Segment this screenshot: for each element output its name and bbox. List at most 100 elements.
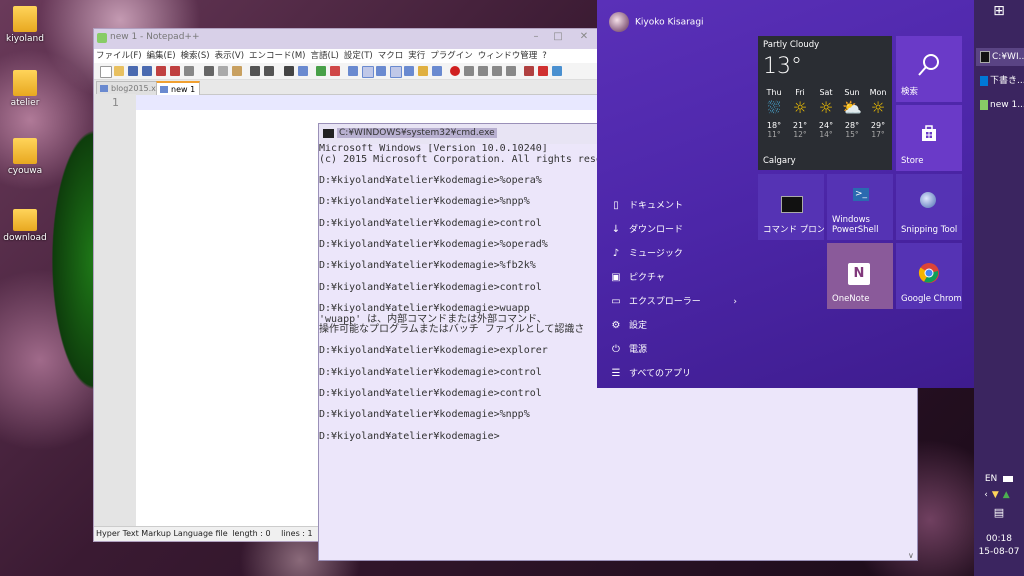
clock-date[interactable]: 15-08-07 xyxy=(974,547,1024,557)
user-account[interactable]: Kiyoko Kisaragi xyxy=(609,12,704,32)
menu-view[interactable]: 表示(V) xyxy=(215,49,244,63)
maximize-button[interactable]: □ xyxy=(550,31,566,45)
menu-language[interactable]: 言語(L) xyxy=(311,49,339,63)
function-list-icon[interactable] xyxy=(418,66,428,76)
onenote-tile[interactable]: N OneNote xyxy=(827,243,893,309)
save-macro-icon[interactable] xyxy=(506,66,516,76)
tray-drive-icon[interactable]: ▲ xyxy=(1003,490,1014,500)
html-tag-icon[interactable] xyxy=(538,66,548,76)
dropdown-icon[interactable] xyxy=(552,66,562,76)
minimize-button[interactable]: – xyxy=(528,31,544,45)
store-tile[interactable]: Store xyxy=(896,105,962,171)
close-all-icon[interactable] xyxy=(170,66,180,76)
menu-search[interactable]: 検索(S) xyxy=(181,49,210,63)
start-item-power[interactable]: ⏻ 電源 xyxy=(609,341,749,359)
line-gutter xyxy=(94,94,136,527)
status-file-type: Hyper Text Markup Language file xyxy=(96,529,228,538)
start-item-music[interactable]: ♪ ミュージック xyxy=(609,245,749,263)
menu-edit[interactable]: 編集(E) xyxy=(147,49,176,63)
status-length: length : 0 xyxy=(232,529,271,538)
scroll-down-arrow-icon[interactable]: ∨ xyxy=(908,551,914,560)
weather-day-sun: Sun ⛅ 28° 15° xyxy=(839,88,865,139)
doc-map-icon[interactable] xyxy=(404,66,414,76)
close-button[interactable]: ✕ xyxy=(576,31,592,45)
notification-icon[interactable]: ▤ xyxy=(974,506,1024,519)
start-item-downloads[interactable]: ↓ ダウンロード xyxy=(609,221,749,239)
find-icon[interactable] xyxy=(284,66,294,76)
taskbar-item-draft[interactable]: 下書き... xyxy=(976,72,1024,90)
snipping-tool-tile[interactable]: Snipping Tool xyxy=(896,174,962,240)
menu-settings[interactable]: 設定(T) xyxy=(344,49,373,63)
record-macro-icon[interactable] xyxy=(450,66,460,76)
folder-icon xyxy=(13,138,37,164)
cmd-tile[interactable]: コマンド プロンプト xyxy=(758,174,824,240)
cut-icon[interactable] xyxy=(204,66,214,76)
menu-window[interactable]: ウィンドウ管理 xyxy=(478,49,538,63)
undo-icon[interactable] xyxy=(250,66,260,76)
word-wrap-icon[interactable] xyxy=(362,66,374,78)
run-macro-multiple-icon[interactable] xyxy=(492,66,502,76)
current-line-highlight xyxy=(136,95,602,110)
desktop-icon-download[interactable]: download xyxy=(0,205,50,243)
desktop-icon-kiyoland[interactable]: kiyoland xyxy=(0,6,50,44)
play-macro-icon[interactable] xyxy=(478,66,488,76)
start-menu: Kiyoko Kisaragi ▯ ドキュメント ↓ ダウンロード ♪ ミュージック … xyxy=(597,0,974,388)
desktop-icon-cyouwa[interactable]: cyouwa xyxy=(0,138,50,176)
notepad-toolbar xyxy=(94,63,602,80)
cmd-icon xyxy=(980,50,990,63)
taskbar-item-cmd[interactable]: C:¥WI... xyxy=(976,48,1024,66)
start-item-explorer[interactable]: ▭ エクスプローラー › xyxy=(609,293,749,311)
desktop-icon-atelier[interactable]: atelier xyxy=(0,70,50,108)
cmd-title: C:¥WINDOWS¥system32¥cmd.exe xyxy=(337,128,497,138)
powershell-tile[interactable]: >_ Windows PowerShell xyxy=(827,174,893,240)
chevron-left-icon[interactable]: ‹ xyxy=(984,490,992,500)
start-button[interactable]: ⊞ xyxy=(988,4,1010,18)
onenote-icon: N xyxy=(848,263,870,285)
show-all-chars-icon[interactable] xyxy=(376,66,386,76)
chrome-tile[interactable]: Google Chrome xyxy=(896,243,962,309)
stop-macro-icon[interactable] xyxy=(464,66,474,76)
notepad-tabbar: blog2015.xml new 1 xyxy=(94,80,602,96)
sync-scroll-icon[interactable] xyxy=(348,66,358,76)
new-file-icon[interactable] xyxy=(100,66,112,78)
start-item-documents[interactable]: ▯ ドキュメント xyxy=(609,197,749,215)
folder-workspace-icon[interactable] xyxy=(432,66,442,76)
open-file-icon[interactable] xyxy=(114,66,124,76)
clock-time[interactable]: 00:18 xyxy=(974,534,1024,544)
start-item-pictures[interactable]: ▣ ピクチャ xyxy=(609,269,749,287)
zoom-out-icon[interactable] xyxy=(330,66,340,76)
menu-run[interactable]: 実行 xyxy=(408,49,425,63)
menu-encoding[interactable]: エンコード(M) xyxy=(249,49,305,63)
taskbar-item-notepad[interactable]: new 1... xyxy=(976,96,1024,114)
download-icon: ↓ xyxy=(611,224,621,235)
line-number: 1 xyxy=(112,96,119,109)
menu-plugins[interactable]: プラグイン xyxy=(430,49,473,63)
replace-icon[interactable] xyxy=(298,66,308,76)
weather-tile[interactable]: Partly Cloudy 13° Thu ⛆ 18° 11° Fri ☼ 21… xyxy=(758,36,892,170)
search-tile[interactable]: 検索 xyxy=(896,36,962,102)
start-item-settings[interactable]: ⚙ 設定 xyxy=(609,317,749,335)
close-file-icon[interactable] xyxy=(156,66,166,76)
menu-help[interactable]: ? xyxy=(542,49,547,63)
chevron-right-icon: › xyxy=(733,297,737,307)
language-indicator[interactable]: EN xyxy=(974,474,1024,484)
print-icon[interactable] xyxy=(184,66,194,76)
menu-macro[interactable]: マクロ xyxy=(378,49,404,63)
start-item-all-apps[interactable]: ☰ すべてのアプリ xyxy=(609,365,749,383)
redo-icon[interactable] xyxy=(264,66,274,76)
indent-guide-icon[interactable] xyxy=(390,66,402,78)
cmd-icon xyxy=(781,196,803,213)
paste-icon[interactable] xyxy=(232,66,242,76)
tray-app-icon[interactable]: ▼ xyxy=(992,490,1003,500)
zoom-in-icon[interactable] xyxy=(316,66,326,76)
notepad-title: new 1 - Notepad++ xyxy=(110,32,200,42)
spell-check-icon[interactable] xyxy=(524,66,534,76)
weather-temperature: 13° xyxy=(763,54,802,79)
sun-icon: ☼ xyxy=(792,98,808,117)
save-icon[interactable] xyxy=(128,66,138,76)
menu-file[interactable]: ファイル(F) xyxy=(96,49,142,63)
file-icon xyxy=(160,86,168,93)
notepad-titlebar[interactable]: new 1 - Notepad++ – □ ✕ xyxy=(94,29,602,49)
save-all-icon[interactable] xyxy=(142,66,152,76)
copy-icon[interactable] xyxy=(218,66,228,76)
